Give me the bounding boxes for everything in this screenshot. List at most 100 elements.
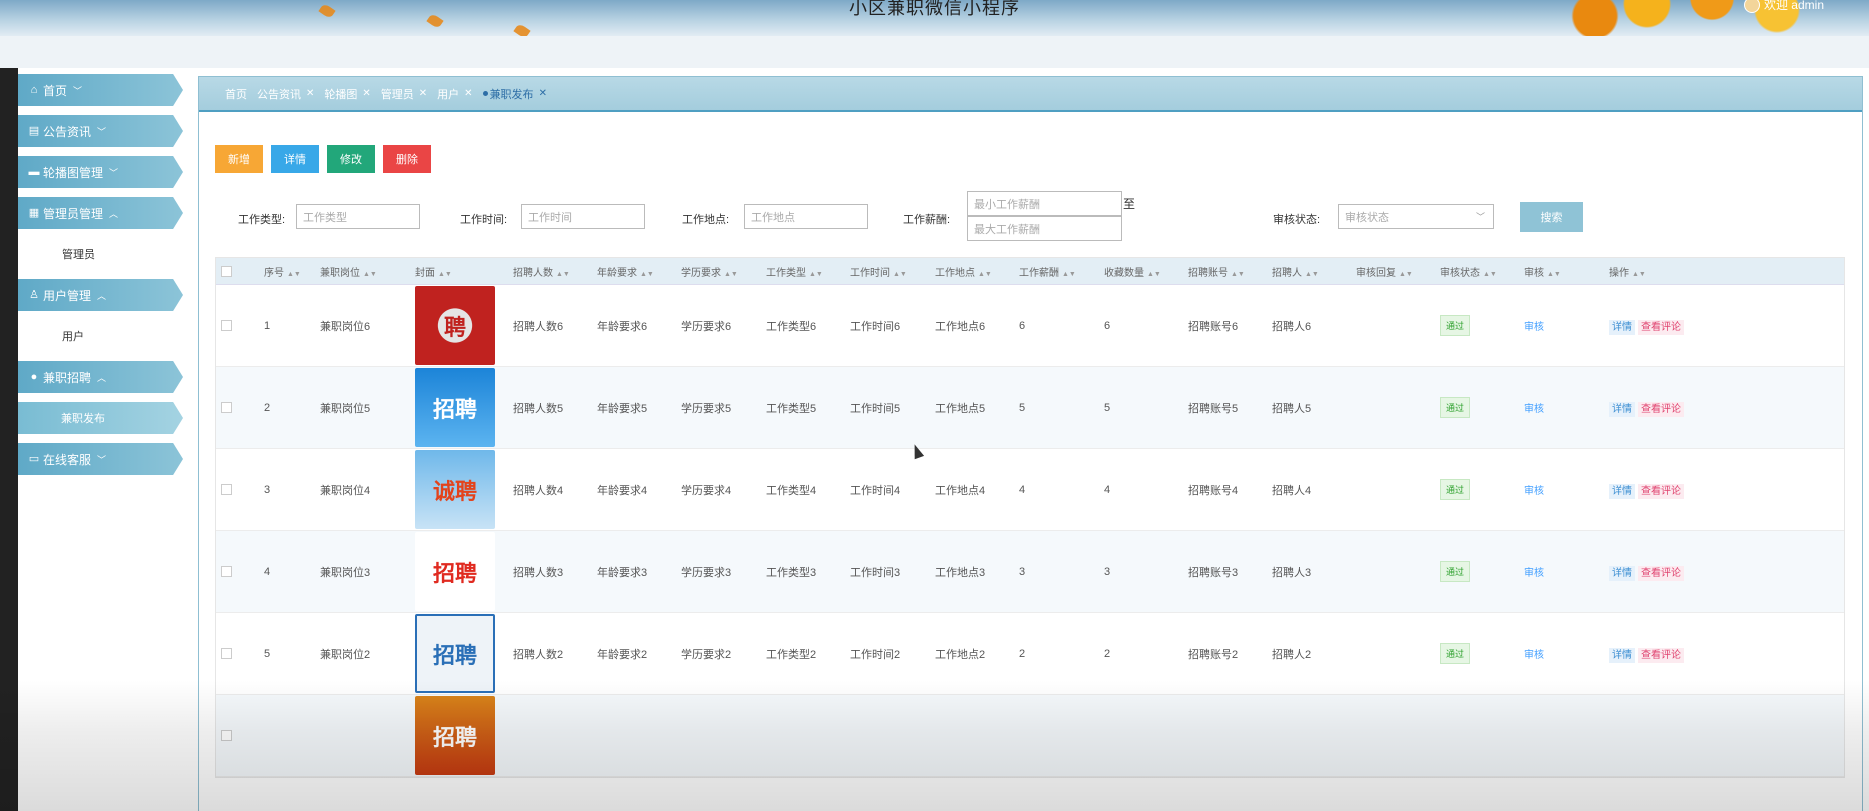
- salary-separator: 至: [1123, 197, 1136, 211]
- row-checkbox[interactable]: [221, 566, 232, 577]
- edit-button[interactable]: 修改: [327, 145, 375, 173]
- column-header[interactable]: 学历要求 ▲▼: [681, 264, 738, 279]
- cover-image[interactable]: 招聘: [415, 614, 495, 693]
- table-row[interactable]: 3 兼职岗位4 招聘人数4 年龄要求4 学历要求4 工作类型4 工作时间4 工作地点4 4 4 招聘…: [216, 449, 1844, 531]
- column-header[interactable]: 工作薪酬 ▲▼: [1019, 264, 1076, 279]
- sidebar-subitem-user[interactable]: 用户: [18, 320, 183, 352]
- column-header[interactable]: 工作地点 ▲▼: [935, 264, 992, 279]
- close-icon[interactable]: ✕: [362, 88, 370, 99]
- table-row[interactable]: 2 兼职岗位5 招聘人数5 年龄要求5 学历要求5 工作类型5 工作时间5 工作地点5 5 5 招聘…: [216, 367, 1844, 449]
- column-header[interactable]: 收藏数量 ▲▼: [1104, 264, 1161, 279]
- cover-image[interactable]: 招聘: [415, 532, 495, 611]
- row-detail-button[interactable]: 详情: [1609, 566, 1635, 581]
- cell-time: 工作时间2: [850, 648, 901, 661]
- table-row[interactable]: 招聘: [216, 695, 1844, 777]
- cover-image[interactable]: 诚聘: [415, 450, 495, 529]
- sidebar-subitem-parttime-publish[interactable]: 兼职发布: [18, 402, 183, 434]
- audit-link[interactable]: 审核: [1524, 564, 1544, 579]
- row-checkbox[interactable]: [221, 730, 232, 741]
- column-header[interactable]: 审核回复 ▲▼: [1356, 264, 1413, 279]
- view-comments-button[interactable]: 查看评论: [1638, 320, 1684, 335]
- column-header[interactable]: 工作时间 ▲▼: [850, 264, 907, 279]
- row-checkbox[interactable]: [221, 484, 232, 495]
- cover-image[interactable]: 聘: [415, 286, 495, 365]
- tab-label: 公告资讯: [257, 88, 301, 101]
- table-row[interactable]: 1 兼职岗位6 招聘人数6 年龄要求6 学历要求6 工作类型6 工作时间6 工作地点6 6 6 招聘…: [216, 285, 1844, 367]
- tab-carousel[interactable]: 轮播图 ✕: [324, 86, 370, 102]
- cell-account: 招聘账号3: [1188, 566, 1239, 579]
- job-type-input[interactable]: 工作类型: [296, 204, 420, 229]
- table-row[interactable]: 5 兼职岗位2 招聘人数2 年龄要求2 学历要求2 工作类型2 工作时间2 工作地点2 2 2 招聘…: [216, 613, 1844, 695]
- tab-home[interactable]: 首页: [225, 86, 247, 102]
- view-comments-button[interactable]: 查看评论: [1638, 566, 1684, 581]
- cover-image[interactable]: 招聘: [415, 368, 495, 447]
- sidebar-subitem-admin[interactable]: 管理员: [18, 238, 183, 270]
- cover-image[interactable]: 招聘: [415, 696, 495, 775]
- chat-icon: ●: [30, 371, 38, 383]
- tab-admin[interactable]: 管理员 ✕: [381, 86, 427, 102]
- row-checkbox[interactable]: [221, 320, 232, 331]
- cell-account: 招聘账号6: [1188, 320, 1239, 333]
- close-icon[interactable]: ✕: [306, 88, 314, 99]
- row-detail-button[interactable]: 详情: [1609, 402, 1635, 417]
- status-badge: 通过: [1440, 397, 1471, 418]
- row-checkbox[interactable]: [221, 648, 232, 659]
- column-header[interactable]: 年龄要求 ▲▼: [597, 264, 654, 279]
- column-header[interactable]: 招聘账号 ▲▼: [1188, 264, 1245, 279]
- column-header[interactable]: 工作类型 ▲▼: [766, 264, 823, 279]
- search-button[interactable]: 搜索: [1520, 202, 1583, 232]
- table-row[interactable]: 4 兼职岗位3 招聘人数3 年龄要求3 学历要求3 工作类型3 工作时间3 工作地点3 3 3 招聘…: [216, 531, 1844, 613]
- column-header[interactable]: 招聘人数 ▲▼: [513, 264, 570, 279]
- view-comments-button[interactable]: 查看评论: [1638, 402, 1684, 417]
- status-badge: 通过: [1440, 643, 1471, 664]
- row-detail-button[interactable]: 详情: [1609, 648, 1635, 663]
- close-icon[interactable]: ✕: [539, 88, 547, 99]
- job-time-input[interactable]: 工作时间: [521, 204, 645, 229]
- tab-user[interactable]: 用户 ✕: [437, 86, 472, 102]
- sidebar-item-parttime[interactable]: ● 兼职招聘 ︿: [18, 361, 183, 393]
- audit-link[interactable]: 审核: [1524, 318, 1544, 333]
- sidebar-item-carousel[interactable]: ▬ 轮播图管理 ﹀: [18, 156, 183, 188]
- audit-link[interactable]: 审核: [1524, 482, 1544, 497]
- detail-button[interactable]: 详情: [271, 145, 319, 173]
- sidebar-item-news[interactable]: ▤ 公告资讯 ﹀: [18, 115, 183, 147]
- tab-parttime-publish[interactable]: 兼职发布 ✕: [482, 86, 547, 102]
- column-header[interactable]: 操作 ▲▼: [1609, 264, 1646, 279]
- audit-status-select[interactable]: 审核状态 ﹀: [1338, 204, 1494, 229]
- sidebar-item-online-service[interactable]: ▭ 在线客服 ﹀: [18, 443, 183, 475]
- column-header[interactable]: 封面 ▲▼: [415, 264, 452, 279]
- job-place-input[interactable]: 工作地点: [744, 204, 868, 229]
- image-icon: ▬: [28, 166, 40, 178]
- tab-news[interactable]: 公告资讯 ✕: [257, 86, 314, 102]
- row-detail-button[interactable]: 详情: [1609, 484, 1635, 499]
- add-button[interactable]: 新增: [215, 145, 263, 173]
- view-comments-button[interactable]: 查看评论: [1638, 484, 1684, 499]
- grid-icon: ▦: [28, 207, 40, 219]
- salary-min-input[interactable]: 最小工作薪酬: [967, 191, 1122, 216]
- column-header[interactable]: 审核 ▲▼: [1524, 264, 1561, 279]
- sidebar-item-admin-management[interactable]: ▦ 管理员管理 ︿: [18, 197, 183, 229]
- select-all-checkbox[interactable]: [221, 265, 232, 277]
- row-actions: 详情 查看评论: [1609, 482, 1684, 499]
- column-header[interactable]: 序号 ▲▼: [264, 264, 301, 279]
- view-comments-button[interactable]: 查看评论: [1638, 648, 1684, 663]
- close-icon[interactable]: ✕: [464, 88, 472, 99]
- chevron-down-icon: ﹀: [73, 85, 83, 96]
- delete-button[interactable]: 删除: [383, 145, 431, 173]
- column-header[interactable]: 审核状态 ▲▼: [1440, 264, 1497, 279]
- active-dot-icon: [482, 91, 488, 96]
- sidebar-item-home[interactable]: ⌂ 首页 ﹀: [18, 74, 183, 106]
- tab-label: 首页: [225, 88, 247, 101]
- close-icon[interactable]: ✕: [419, 88, 427, 99]
- column-header[interactable]: 招聘人 ▲▼: [1272, 264, 1319, 279]
- salary-max-input[interactable]: 最大工作薪酬: [967, 216, 1122, 241]
- row-checkbox[interactable]: [221, 402, 232, 413]
- audit-link[interactable]: 审核: [1524, 646, 1544, 661]
- column-header[interactable]: 兼职岗位 ▲▼: [320, 264, 377, 279]
- welcome-user[interactable]: 欢迎 admin: [1743, 0, 1824, 13]
- chevron-up-icon: ︿: [97, 290, 107, 301]
- row-detail-button[interactable]: 详情: [1609, 320, 1635, 335]
- sidebar-item-user-management[interactable]: ♙ 用户管理 ︿: [18, 279, 183, 311]
- cell-age: 年龄要求2: [597, 648, 648, 661]
- audit-link[interactable]: 审核: [1524, 400, 1544, 415]
